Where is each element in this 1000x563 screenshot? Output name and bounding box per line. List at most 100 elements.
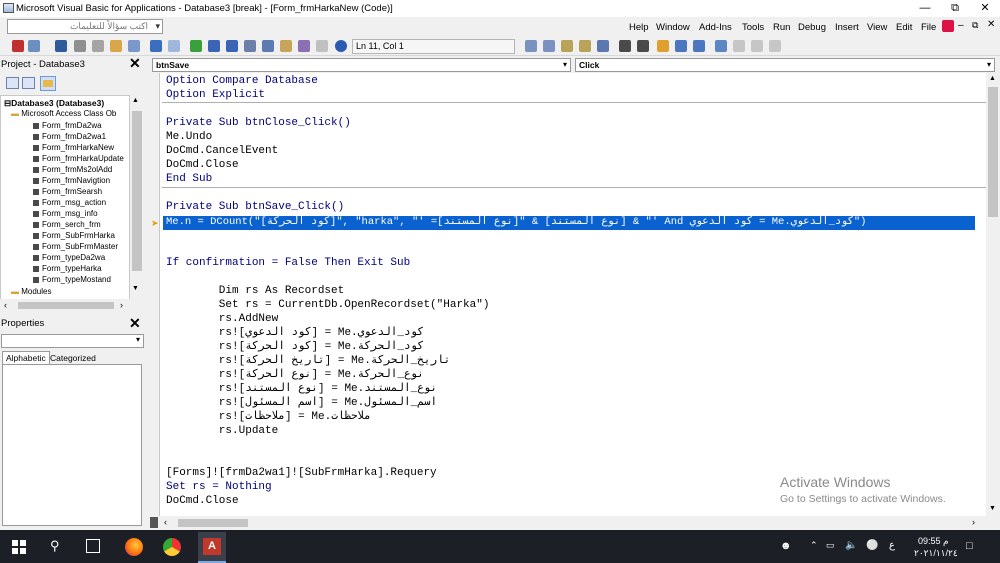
properties-window-icon[interactable] [280,40,292,52]
tree-item[interactable]: Form_frmHarkaUpdate [33,154,124,164]
tree-item[interactable]: Form_frmDa2wa [33,121,102,131]
tree-item[interactable]: Form_typeDa2wa [33,253,105,263]
chevron-down-icon[interactable]: ▾ [155,20,160,33]
list-constants-icon[interactable] [543,40,555,52]
code-line[interactable]: rs![اسم المسئول] = Me.اسم_المسئول [166,397,437,410]
access-taskbar-button[interactable]: A [198,532,226,563]
code-line[interactable]: rs![ملاحظات] = Me.ملاحظات [166,411,371,424]
access-app-icon[interactable] [942,20,954,32]
next-bookmark-icon[interactable] [733,40,745,52]
menu-debug[interactable]: Debug [798,22,826,33]
view-access-icon[interactable] [12,40,24,52]
find-icon[interactable] [128,40,140,52]
scroll-left-icon[interactable]: ‹ [164,517,167,527]
toolbox-icon[interactable] [316,40,328,52]
clear-bookmarks-icon[interactable] [769,40,781,52]
scroll-thumb[interactable] [18,302,114,309]
reset-icon[interactable] [226,40,238,52]
toggle-bookmark-icon[interactable] [715,40,727,52]
menu-file[interactable]: File [921,22,936,33]
code-line[interactable]: End Sub [166,173,212,186]
code-line[interactable]: Set rs = CurrentDb.OpenRecordset("Harka"… [166,299,490,312]
redo-icon[interactable] [168,40,180,52]
code-vertical-scrollbar[interactable]: ▲ ▼ [986,73,1000,516]
toggle-folders-icon[interactable] [40,76,56,91]
uncomment-block-icon[interactable] [693,40,705,52]
child-restore-button[interactable]: ⧉ [972,20,978,31]
tree-item[interactable]: Form_frmSearsh [33,187,102,197]
minimize-button[interactable]: — [910,0,940,17]
tree-item[interactable]: Form_msg_info [33,209,98,219]
parameter-info-icon[interactable] [579,40,591,52]
split-view-icon[interactable] [150,517,158,528]
scroll-thumb[interactable] [132,111,142,271]
highlighted-line[interactable]: Me.n = DCount("[كود الحركة]", "harka", "… [163,216,975,230]
battery-icon[interactable]: ▭ [826,540,835,551]
properties-object-select[interactable]: ▾ [1,334,144,348]
code-line-selected[interactable]: Me.n = DCount("[كود الحركة]", "harka", "… [166,216,866,229]
scroll-down-icon[interactable]: ▼ [132,285,139,292]
code-line[interactable]: Option Compare Database [166,75,318,88]
maximize-button[interactable]: ⧉ [940,0,970,17]
save-icon[interactable] [55,40,67,52]
people-icon[interactable]: ☻ [780,540,792,552]
code-line[interactable]: rs![كود الدعوي] = Me.كود_الدعوي [166,327,424,340]
tree-item[interactable]: Form_frmMs2olAdd [33,165,112,175]
tree-item[interactable]: Form_frmNavigtion [33,176,110,186]
scroll-up-icon[interactable]: ▲ [989,75,996,82]
paste-icon[interactable] [110,40,122,52]
close-icon[interactable]: ✕ [129,56,141,70]
tree-item[interactable]: Form_typeHarka [33,264,102,274]
code-line[interactable]: rs![كود الحركة] = Me.كود_الحركة [166,341,424,354]
tree-folder[interactable]: ▬ Microsoft Access Class Ob [11,109,116,119]
code-horizontal-scrollbar[interactable]: ‹ › [150,516,986,530]
insert-module-icon[interactable] [28,40,40,52]
search-icon[interactable]: ⚲ [50,538,60,554]
code-line[interactable]: rs![نوع الحركة] = Me.نوع_الحركة [166,369,424,382]
menu-run[interactable]: Run [773,22,790,33]
comment-block-icon[interactable] [675,40,687,52]
tree-item[interactable]: Form_typeMostand [33,275,111,285]
menu-addins[interactable]: Add-Ins [699,22,732,33]
close-icon[interactable]: ✕ [129,316,141,330]
help-icon[interactable] [335,40,347,52]
code-line[interactable]: DoCmd.Close [166,159,239,172]
tab-alphabetic[interactable]: Alphabetic [2,351,50,364]
tree-item[interactable]: Form_frmDa2wa1 [33,132,106,142]
clock-time[interactable]: 09:55 م [918,536,949,547]
child-minimize-button[interactable]: – [958,20,964,31]
view-code-icon[interactable] [6,77,19,89]
menu-tools[interactable]: Tools [742,22,764,33]
close-button[interactable]: ✕ [970,0,1000,17]
start-icon[interactable] [12,540,26,554]
code-line[interactable]: DoCmd.CancelEvent [166,145,278,158]
code-line[interactable]: Option Explicit [166,89,265,102]
chrome-icon[interactable] [163,538,181,556]
chevron-down-icon[interactable]: ▾ [563,59,567,71]
scroll-thumb[interactable] [178,519,248,527]
code-line[interactable]: rs![تاريخ الحركة] = Me.تاريخ_الحركة [166,355,451,368]
child-close-button[interactable]: ✕ [987,19,995,30]
network-icon[interactable]: ⚪ [866,540,878,551]
indent-icon[interactable] [619,40,631,52]
code-line[interactable]: Dim rs As Recordset [166,285,344,298]
procedure-select[interactable]: Click ▾ [575,58,995,72]
code-line[interactable]: rs.AddNew [166,313,278,326]
scroll-up-icon[interactable]: ▲ [132,97,139,104]
project-explorer-icon[interactable] [262,40,274,52]
tree-item[interactable]: Form_msg_action [33,198,106,208]
quick-info-icon[interactable] [561,40,573,52]
margin-indicator-bar[interactable] [150,73,160,516]
menu-edit[interactable]: Edit [896,22,912,33]
scroll-right-icon[interactable]: › [120,300,123,310]
scroll-right-icon[interactable]: › [972,517,975,527]
design-mode-icon[interactable] [244,40,256,52]
code-line[interactable]: Private Sub btnSave_Click() [166,201,344,214]
scroll-down-icon[interactable]: ▼ [989,505,996,512]
task-view-icon[interactable] [86,539,100,553]
ask-question-box[interactable]: اكتب سؤالاً للتعليمات ▾ [7,19,163,34]
complete-word-icon[interactable] [597,40,609,52]
project-horizontal-scrollbar[interactable]: ‹ › [0,299,146,312]
chevron-down-icon[interactable]: ▾ [987,59,991,71]
undo-icon[interactable] [150,40,162,52]
